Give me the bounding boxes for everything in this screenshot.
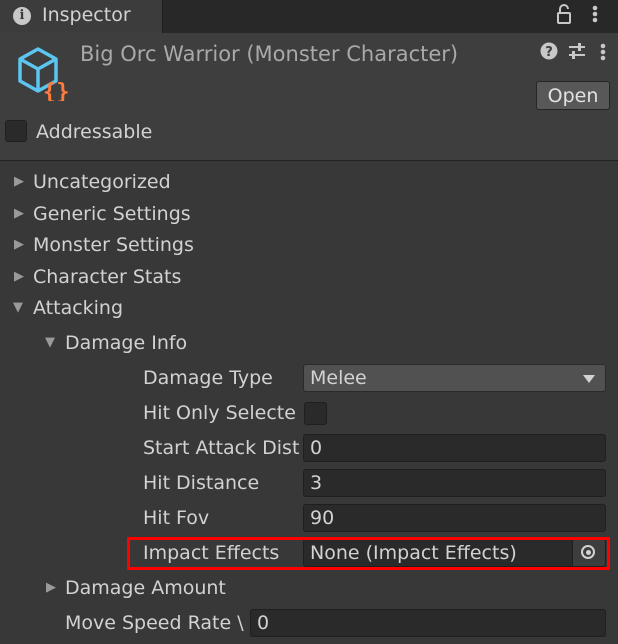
- collapsed-arrow-icon: ▶: [14, 206, 24, 221]
- foldout-generic-settings[interactable]: ▶ Generic Settings: [0, 199, 618, 229]
- script-cube-icon: {}: [14, 45, 70, 106]
- collapsed-arrow-icon: ▶: [46, 580, 56, 595]
- foldout-character-stats[interactable]: ▶ Character Stats: [0, 262, 618, 292]
- expanded-arrow-icon: ▼: [13, 300, 23, 315]
- hit-fov-label: Hit Fov: [143, 507, 210, 529]
- impact-effects-object-field[interactable]: None (Impact Effects): [303, 539, 606, 567]
- collapsed-arrow-icon: ▶: [14, 174, 24, 189]
- foldout-label: Attacking: [33, 297, 124, 319]
- impact-effects-value: None (Impact Effects): [310, 542, 517, 564]
- svg-text:{}: {}: [43, 80, 70, 101]
- foldout-damage-amount[interactable]: ▶ Damage Amount: [0, 573, 618, 603]
- info-icon: i: [13, 7, 31, 25]
- addressable-label: Addressable: [36, 121, 153, 143]
- foldout-label: Uncategorized: [33, 171, 171, 193]
- foldout-label: Generic Settings: [33, 203, 191, 225]
- damage-type-value: Melee: [310, 367, 367, 389]
- foldout-monster-settings[interactable]: ▶ Monster Settings: [0, 230, 618, 260]
- object-title: Big Orc Warrior (Monster Character): [80, 42, 459, 66]
- damage-type-dropdown[interactable]: Melee: [303, 364, 606, 392]
- foldout-damage-info[interactable]: ▼ Damage Info: [0, 328, 618, 358]
- collapsed-arrow-icon: ▶: [14, 269, 24, 284]
- hit-distance-input[interactable]: 3: [303, 469, 606, 497]
- hit-distance-label: Hit Distance: [143, 472, 260, 494]
- hit-only-selected-checkbox[interactable]: [304, 402, 327, 425]
- foldout-label: Character Stats: [33, 266, 182, 288]
- damage-type-label: Damage Type: [143, 367, 273, 389]
- impact-effects-label: Impact Effects: [143, 542, 280, 564]
- svg-text:?: ?: [545, 45, 553, 60]
- addressable-checkbox[interactable]: [5, 120, 27, 142]
- move-speed-rate-label: Move Speed Rate \: [65, 612, 244, 634]
- foldout-label: Damage Info: [65, 332, 188, 354]
- kebab-menu-icon[interactable]: [592, 4, 598, 29]
- start-attack-dist-input[interactable]: 0: [303, 434, 606, 462]
- collapsed-arrow-icon: ▶: [14, 237, 24, 252]
- target-dot: [586, 550, 591, 555]
- chevron-down-icon: [583, 375, 595, 383]
- inspector-header: {} Big Orc Warrior (Monster Character) ?…: [0, 33, 618, 161]
- foldout-label: Monster Settings: [33, 234, 194, 256]
- tab-bar: i Inspector: [0, 0, 618, 33]
- hit-only-selected-label: Hit Only Selecte: [143, 402, 296, 424]
- object-picker-button[interactable]: [572, 540, 605, 566]
- start-attack-dist-label: Start Attack Dist: [143, 437, 300, 459]
- open-button[interactable]: Open: [536, 81, 610, 110]
- lock-icon[interactable]: [556, 4, 572, 29]
- tab-inspector-label: Inspector: [42, 4, 131, 26]
- foldout-attacking[interactable]: ▼ Attacking: [0, 293, 618, 323]
- hit-fov-input[interactable]: 90: [303, 504, 606, 532]
- sliders-icon[interactable]: [567, 42, 587, 65]
- tab-inspector[interactable]: i Inspector: [0, 0, 163, 33]
- kebab-menu-icon[interactable]: [600, 42, 606, 67]
- help-icon[interactable]: ?: [540, 42, 558, 65]
- foldout-label: Damage Amount: [65, 577, 226, 599]
- foldout-uncategorized[interactable]: ▶ Uncategorized: [0, 167, 618, 197]
- expanded-arrow-icon: ▼: [45, 335, 55, 350]
- move-speed-rate-input[interactable]: 0: [250, 609, 606, 637]
